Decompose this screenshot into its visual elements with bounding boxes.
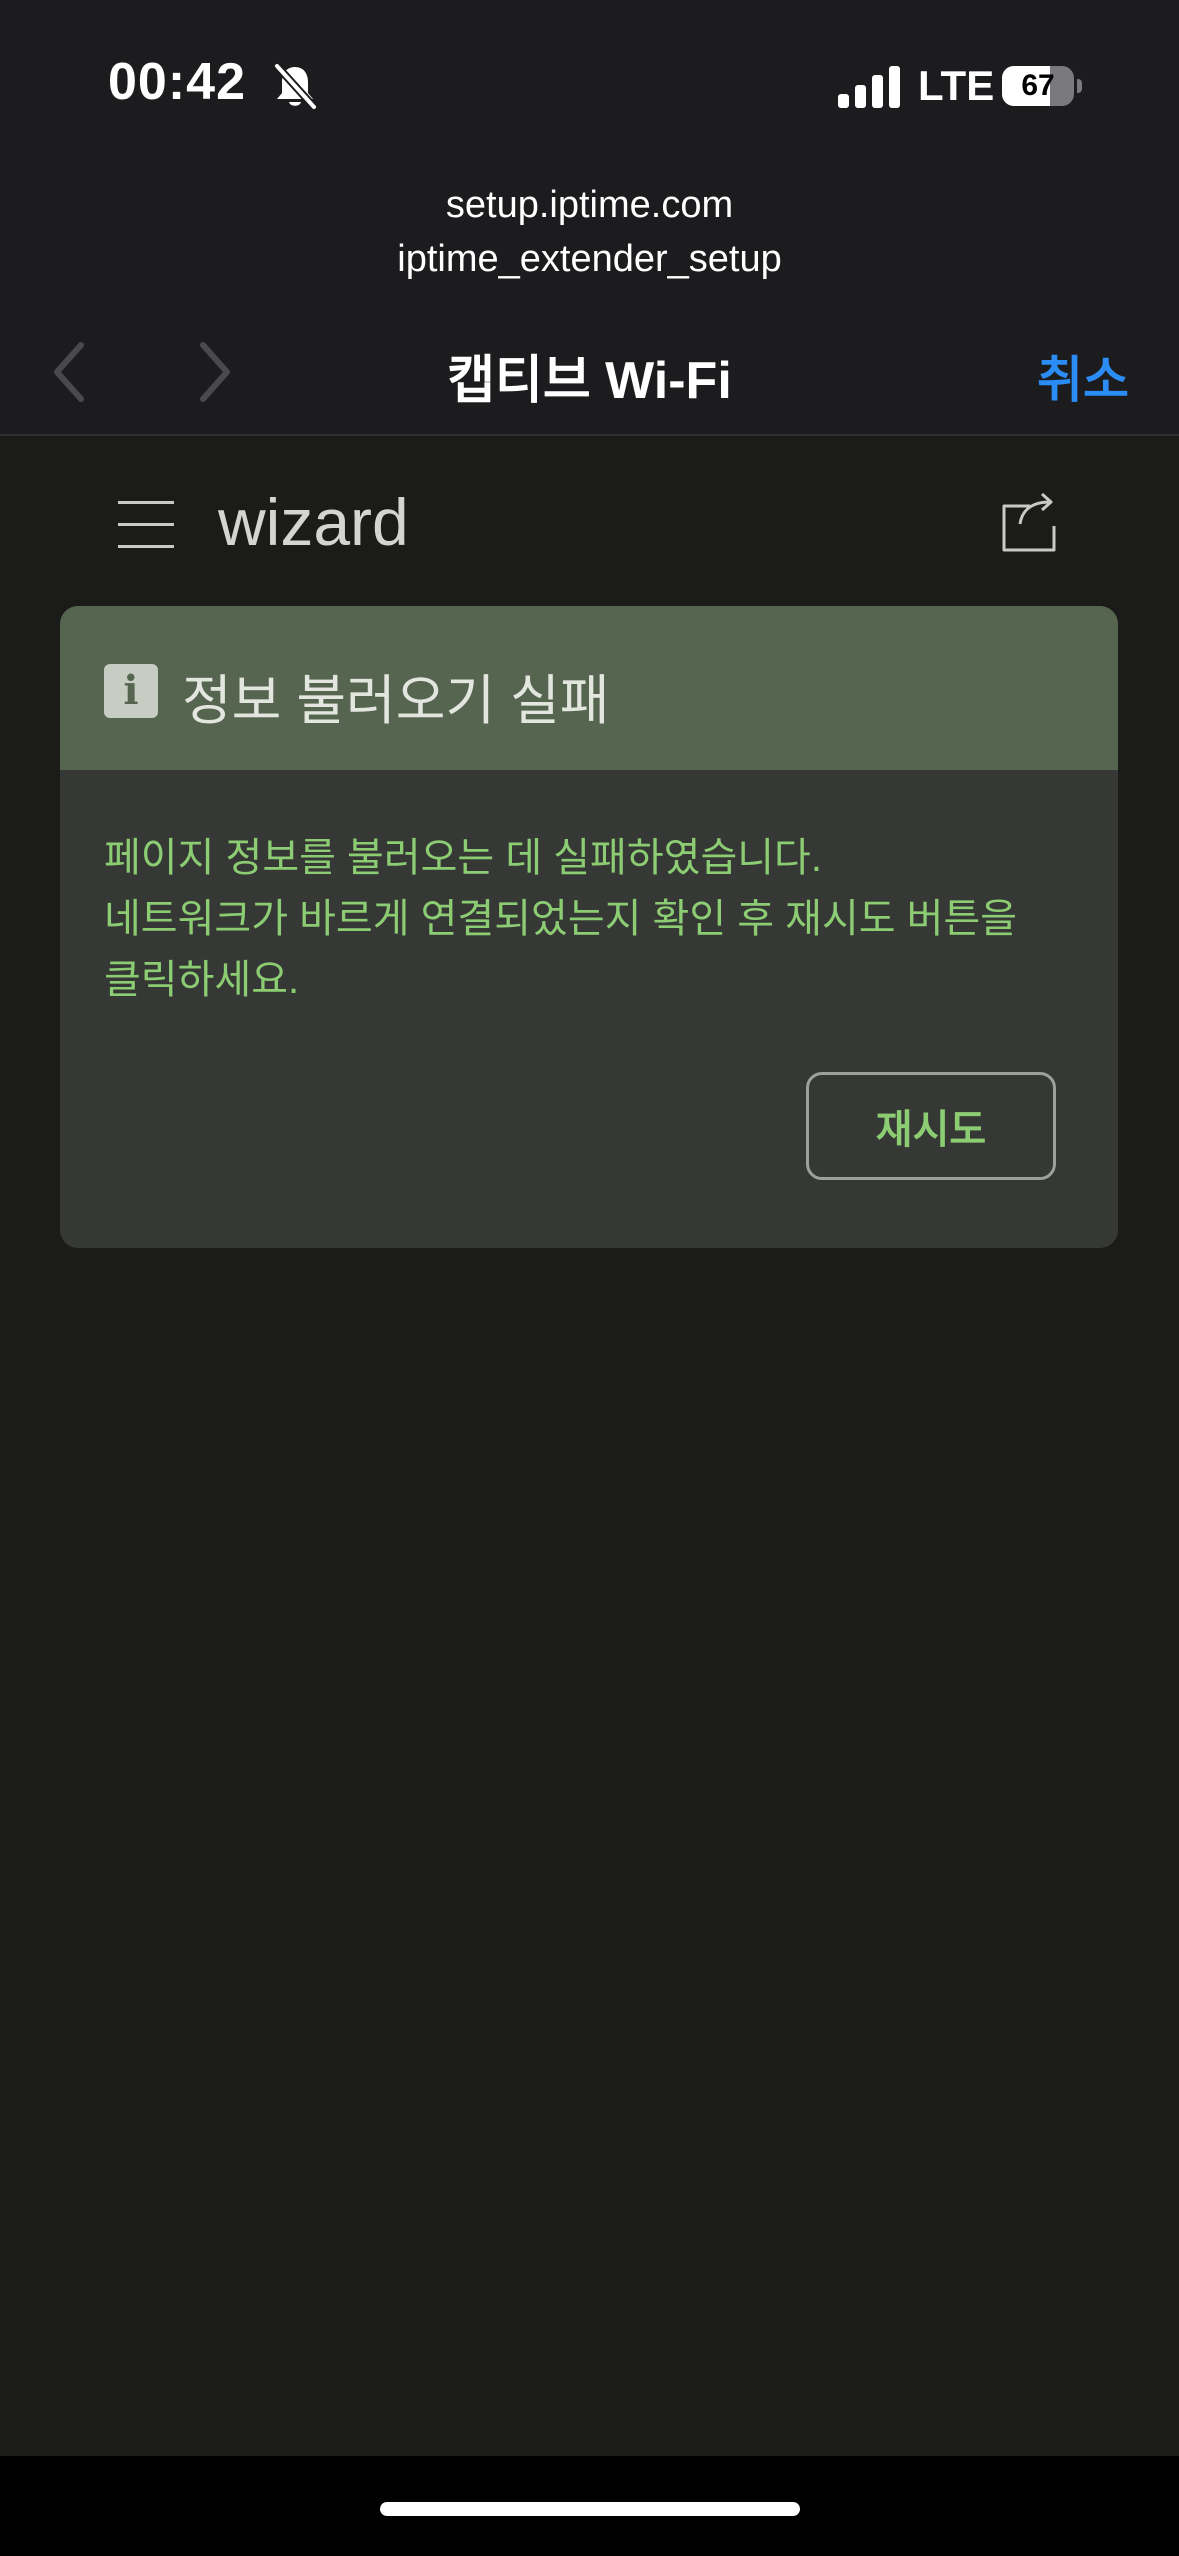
home-indicator-area [0,2456,1179,2556]
bell-off-icon [272,62,318,111]
battery-icon: 67 [1002,66,1082,106]
error-card-header: i 정보 불러오기 실패 [60,606,1118,770]
battery-percent: 67 [1021,69,1055,102]
url-header: setup.iptime.com iptime_extender_setup [0,178,1179,286]
error-message-line: 네트워크가 바르게 연결되었는지 확인 후 재시도 버튼을 [104,897,1018,941]
url-path: iptime_extender_setup [397,238,782,280]
error-title: 정보 불러오기 실패 [182,671,610,731]
hamburger-menu-icon[interactable] [116,498,176,552]
status-time: 00:42 [108,53,246,111]
error-message-line: 클릭하세요. [104,958,300,1002]
info-icon: i [104,664,158,718]
status-bar: 00:42 LTE 67 [0,0,1179,160]
web-page: wizard i 정보 불러오기 실패 페이지 정보를 불러오는 데 실패하였습… [0,436,1179,2456]
retry-button[interactable]: 재시도 [806,1072,1056,1180]
error-card: i 정보 불러오기 실패 페이지 정보를 불러오는 데 실패하였습니다. 네트워… [60,606,1118,1248]
home-indicator[interactable] [380,2502,800,2516]
navigation-bar: 캡티브 Wi-Fi 취소 [0,310,1179,436]
network-type: LTE [918,62,995,109]
url-host: setup.iptime.com [445,184,734,226]
share-icon[interactable] [1000,492,1058,554]
page-title: wizard [218,485,409,559]
error-message-line: 페이지 정보를 불러오는 데 실패하였습니다. [104,836,822,880]
error-message: 페이지 정보를 불러오는 데 실패하였습니다. 네트워크가 바르게 연결되었는지… [104,828,1094,1011]
cellular-signal-icon [838,66,902,108]
page-title-bar: 캡티브 Wi-Fi [447,352,732,410]
cancel-button[interactable]: 취소 [1037,340,1129,412]
